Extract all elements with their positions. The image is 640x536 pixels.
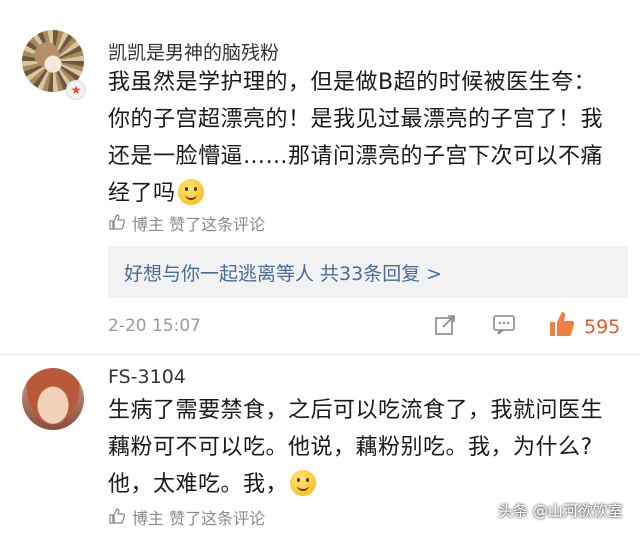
vip-badge-icon: ★ (66, 80, 86, 100)
comment-line: 他，太难吃。我， (108, 466, 628, 503)
watermark: 头条 @山河欲饮室 (498, 502, 623, 520)
comment-icon[interactable] (492, 314, 516, 341)
divider (0, 354, 640, 355)
timestamp: 2-20 15:07 (108, 316, 201, 336)
author-liked-note: 博主 赞了这条评论 (108, 505, 265, 529)
like-icon[interactable] (548, 310, 576, 343)
thumb-outline-icon (108, 508, 126, 528)
sleepy-emoji-icon (290, 470, 317, 496)
replies-summary[interactable]: 好想与你一起逃离等人 共33条回复 > (108, 246, 628, 298)
share-icon[interactable] (434, 314, 456, 341)
comment-line: 还是一脸懵逼……那请问漂亮的子宫下次可以不痛 (108, 144, 604, 169)
like-count: 595 (584, 316, 621, 338)
comment-line: 你的子宫超漂亮的！是我见过最漂亮的子宫了！我 (108, 107, 604, 132)
comment-line: 藕粉可不可以吃。他说，藕粉别吃。我，为什么? (108, 435, 593, 460)
username[interactable]: 凯凯是男神的脑残粉 (108, 38, 279, 65)
username[interactable]: FS-3104 (108, 366, 186, 388)
smile-emoji-icon (177, 179, 204, 205)
thumb-outline-icon (108, 214, 126, 234)
author-liked-note: 博主 赞了这条评论 (108, 211, 265, 235)
avatar[interactable] (22, 368, 84, 430)
comment-text: 生病了需要禁食，之后可以吃流食了，我就问医生 藕粉可不可以吃。他说，藕粉别吃。我… (108, 392, 628, 503)
comment-line: 经了吗 (108, 175, 628, 212)
comment-line: 生病了需要禁食，之后可以吃流食了，我就问医生 (108, 398, 604, 423)
comment-line: 我虽然是学护理的，但是做B超的时候被医生夸： (108, 70, 597, 95)
comment-text: 我虽然是学护理的，但是做B超的时候被医生夸： 你的子宫超漂亮的！是我见过最漂亮的… (108, 64, 628, 212)
replies-link[interactable]: 好想与你一起逃离等人 共33条回复 > (124, 259, 442, 286)
